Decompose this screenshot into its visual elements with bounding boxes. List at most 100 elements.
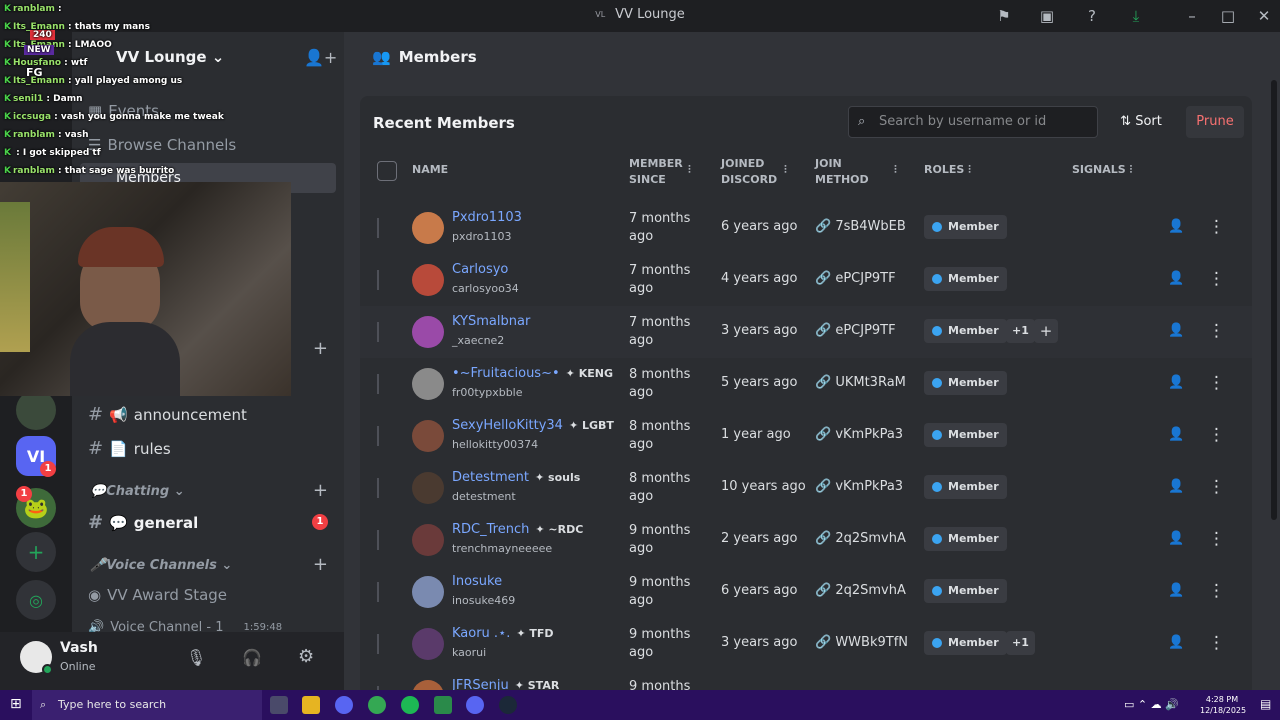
member-name[interactable]: Inosuke [452, 574, 502, 589]
add-server-button[interactable]: + [16, 532, 56, 572]
sort-button[interactable]: ⇅ Sort [1110, 106, 1172, 138]
task-view-icon[interactable] [270, 696, 288, 714]
filter-icon[interactable]: ⫶ [894, 162, 897, 178]
col-member-since[interactable]: MEMBER SINCE [629, 156, 683, 188]
channel-announcement[interactable]: # 📢 announcement [88, 404, 247, 425]
profile-icon[interactable]: 👤 [1168, 323, 1186, 341]
member-row[interactable]: KYSmalbnar _xaecne2 7 months ago 3 years ago… [360, 306, 1252, 358]
member-avatar[interactable] [412, 472, 444, 504]
more-options-icon[interactable]: ⋮ [1208, 632, 1225, 654]
extra-roles-count[interactable]: +1 [1006, 631, 1035, 655]
member-name[interactable]: Carlosyo [452, 262, 508, 277]
join-method[interactable]: 🔗 WWBk9TfN [815, 635, 908, 650]
role-chip[interactable]: Member [924, 527, 1007, 551]
member-name[interactable]: Detestment ✦ souls [452, 470, 580, 485]
row-checkbox[interactable] [377, 322, 379, 342]
extra-roles-count[interactable]: +1 [1006, 319, 1035, 343]
spotify-icon[interactable] [401, 696, 419, 714]
col-signals[interactable]: SIGNALS ⫶ [1072, 162, 1132, 178]
chrome-icon[interactable] [368, 696, 386, 714]
discord-icon[interactable] [466, 696, 484, 714]
role-chip[interactable]: Member [924, 475, 1007, 499]
profile-icon[interactable]: 👤 [1168, 427, 1186, 445]
col-joined[interactable]: JOINED DISCORD [721, 156, 777, 188]
screen-share-icon[interactable]: ▣ [1037, 6, 1057, 26]
member-avatar[interactable] [412, 524, 444, 556]
profile-icon[interactable]: 👤 [1168, 375, 1186, 393]
profile-icon[interactable]: 👤 [1168, 583, 1186, 601]
discover-icon[interactable]: ◎ [16, 580, 56, 620]
join-method[interactable]: 🔗 ePCJP9TF [815, 271, 896, 286]
member-row[interactable]: Pxdro1103 pxdro1103 7 months ago 6 years ago… [360, 202, 1252, 254]
row-checkbox[interactable] [377, 582, 379, 602]
member-avatar[interactable] [412, 368, 444, 400]
member-row[interactable]: Kaoru .⋆. ✦ TFD kaorui 9 months ago 3 years a… [360, 618, 1252, 670]
add-channel-icon[interactable]: + [313, 338, 328, 359]
role-chip[interactable]: Member [924, 631, 1007, 655]
join-method[interactable]: 🔗 UKMt3RaM [815, 375, 906, 390]
taskbar-search[interactable]: ⌕ Type here to search [32, 690, 262, 720]
scrollbar[interactable] [1271, 80, 1277, 520]
member-row[interactable]: RDC_Trench ✦ ~RDC trenchmayneeeee 9 months a… [360, 514, 1252, 566]
terminal-icon[interactable] [434, 696, 452, 714]
search-input[interactable]: ⌕ Search by username or id [848, 106, 1098, 138]
role-chip[interactable]: Member [924, 319, 1007, 343]
help-icon[interactable]: ? [1082, 6, 1102, 26]
row-checkbox[interactable] [377, 270, 379, 290]
close-icon[interactable]: ✕ [1254, 6, 1274, 26]
more-options-icon[interactable]: ⋮ [1208, 320, 1225, 342]
profile-icon[interactable]: 👤 [1168, 271, 1186, 289]
join-method[interactable]: 🔗 vKmPkPa3 [815, 427, 903, 442]
join-method[interactable]: 🔗 vKmPkPa3 [815, 479, 903, 494]
clock[interactable]: 4:28 PM 12/18/2025 [1200, 694, 1246, 716]
role-chip[interactable]: Member [924, 423, 1007, 447]
row-checkbox[interactable] [377, 634, 379, 654]
add-voice-channel-icon[interactable]: + [313, 554, 328, 575]
category-chatting[interactable]: 💬Chatting ⌄ [90, 484, 185, 499]
join-method[interactable]: 🔗 2q2SmvhA [815, 531, 906, 546]
file-explorer-icon[interactable] [302, 696, 320, 714]
filter-icon[interactable]: ⫶ [784, 162, 787, 178]
download-icon[interactable]: ⤓ [1126, 6, 1146, 26]
member-name[interactable]: Kaoru .⋆. ✦ TFD [452, 626, 554, 641]
member-avatar[interactable] [412, 212, 444, 244]
select-all-checkbox[interactable] [377, 161, 397, 181]
profile-icon[interactable]: 👤 [1168, 479, 1186, 497]
row-checkbox[interactable] [377, 374, 379, 394]
member-avatar[interactable] [412, 628, 444, 660]
role-chip[interactable]: Member [924, 579, 1007, 603]
member-name[interactable]: KYSmalbnar [452, 314, 530, 329]
category-voice[interactable]: 🎤Voice Channels ⌄ [90, 558, 232, 573]
notification-icon[interactable]: ▤ [1260, 697, 1271, 711]
member-row[interactable]: Detestment ✦ souls detestment 8 months ago 10… [360, 462, 1252, 514]
member-name[interactable]: RDC_Trench ✦ ~RDC [452, 522, 583, 537]
microphone-icon[interactable]: 🎙 [186, 648, 206, 667]
row-checkbox[interactable] [377, 478, 379, 498]
more-options-icon[interactable]: ⋮ [1208, 424, 1225, 446]
maximize-icon[interactable]: □ [1218, 6, 1238, 26]
add-role-button[interactable]: + [1034, 319, 1058, 343]
channel-general[interactable]: # 💬 general [88, 512, 198, 533]
profile-icon[interactable]: 👤 [1168, 531, 1186, 549]
member-name[interactable]: SexyHelloKitty34 ✦ LGBT [452, 418, 614, 433]
member-row[interactable]: •~Fruitacious~• ✦ KENG fr00typxbble 8 month… [360, 358, 1252, 410]
member-row[interactable]: Carlosyo carlosyoo34 7 months ago 4 years ag… [360, 254, 1252, 306]
steam-icon[interactable] [499, 696, 517, 714]
member-avatar[interactable] [412, 316, 444, 348]
member-row[interactable]: Inosuke inosuke469 9 months ago 6 years ago 🔗… [360, 566, 1252, 618]
member-avatar[interactable] [412, 264, 444, 296]
settings-gear-icon[interactable]: ⚙ [298, 646, 314, 667]
role-chip[interactable]: Member [924, 267, 1007, 291]
system-tray-icons[interactable]: ▭ ⌃ ☁ 🔊 [1124, 698, 1179, 711]
channel-award-stage[interactable]: ◉ VV Award Stage [88, 586, 227, 604]
guild-icon-avatar[interactable] [16, 390, 56, 430]
more-options-icon[interactable]: ⋮ [1208, 580, 1225, 602]
member-row[interactable]: SexyHelloKitty34 ✦ LGBT hellokitty00374 8 m… [360, 410, 1252, 462]
join-method[interactable]: 🔗 ePCJP9TF [815, 323, 896, 338]
member-name[interactable]: •~Fruitacious~• ✦ KENG [452, 366, 613, 381]
join-method[interactable]: 🔗 2q2SmvhA [815, 583, 906, 598]
col-roles[interactable]: ROLES ⫶ [924, 162, 971, 178]
channel-voice[interactable]: 🔊 Voice Channel - 1 1:59:48 [88, 620, 282, 632]
member-avatar[interactable] [412, 420, 444, 452]
profile-icon[interactable]: 👤 [1168, 635, 1186, 653]
